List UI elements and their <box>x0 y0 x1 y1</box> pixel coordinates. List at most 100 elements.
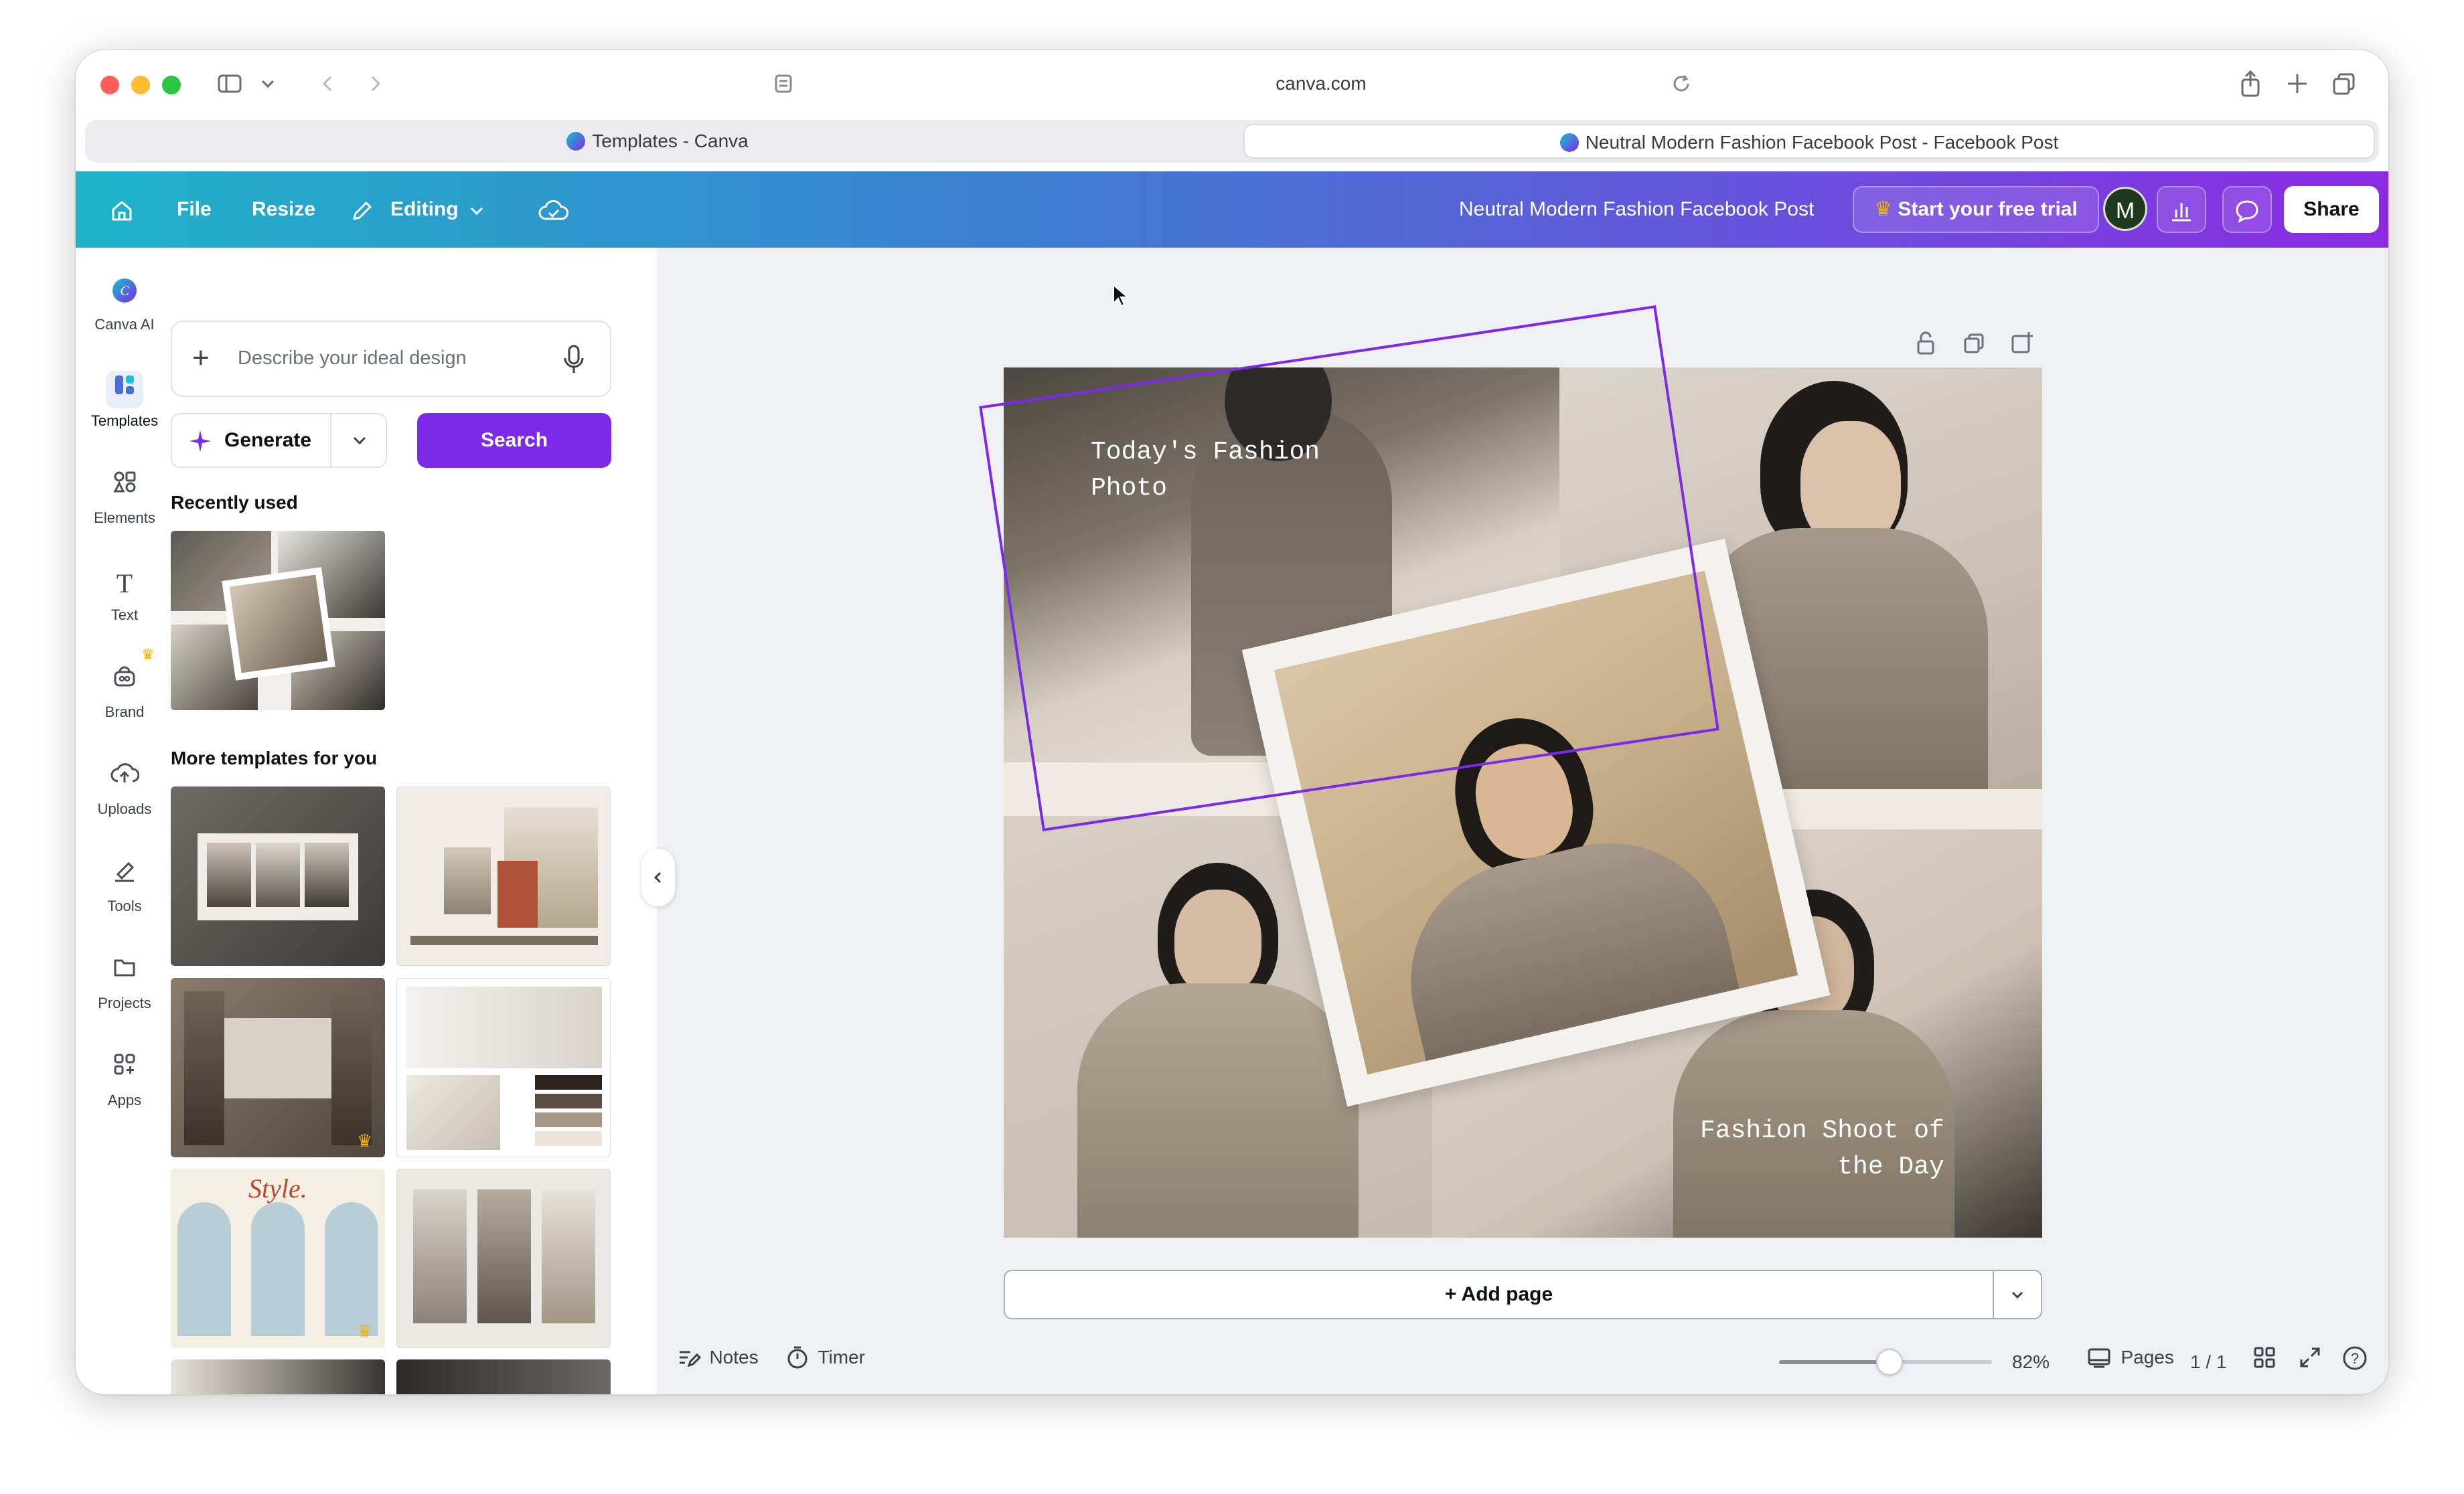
home-icon[interactable] <box>108 171 136 248</box>
crown-icon: ♛ <box>1874 198 1898 220</box>
fullscreen-icon[interactable] <box>2297 1345 2323 1374</box>
duplicate-page-icon[interactable] <box>1962 331 1986 359</box>
rail-item-projects[interactable]: Projects <box>76 953 173 1012</box>
sidebar-toggle-icon[interactable] <box>216 70 243 103</box>
minimize-window-button[interactable] <box>131 76 150 94</box>
template-thumbnail[interactable] <box>396 1359 611 1394</box>
page-settings-icon[interactable] <box>772 72 795 102</box>
generate-options-button[interactable] <box>331 414 387 467</box>
svg-text:C: C <box>120 284 129 299</box>
notes-icon <box>680 1351 702 1367</box>
zoom-slider[interactable] <box>1779 1349 1992 1376</box>
rail-item-canva-ai[interactable]: C Canva AI <box>76 274 173 333</box>
design-prompt-field[interactable]: + Describe your ideal design <box>171 321 611 397</box>
thumbnail-art-text: Style. <box>248 1173 307 1204</box>
notes-button[interactable]: Notes <box>676 1344 759 1371</box>
add-page-button[interactable]: + Add page <box>1005 1271 1993 1318</box>
avatar[interactable]: M <box>2103 187 2147 231</box>
rail-label: Apps <box>107 1092 142 1108</box>
tab-overview-icon[interactable] <box>2331 70 2358 103</box>
close-window-button[interactable] <box>100 76 119 94</box>
free-trial-button[interactable]: ♛ Start your free trial <box>1853 186 2099 233</box>
maximize-window-button[interactable] <box>162 76 181 94</box>
lock-icon[interactable] <box>1914 330 1938 360</box>
pages-button[interactable]: Pages <box>2086 1344 2174 1371</box>
zoom-level[interactable]: 82% <box>2012 1351 2050 1373</box>
address-bar[interactable]: canva.com <box>1187 70 1455 97</box>
left-rail: C Canva AI Templates Elements T Text ♛ B… <box>76 248 173 1394</box>
template-thumbnail[interactable]: ♛ <box>171 978 385 1157</box>
comments-button[interactable] <box>2222 186 2272 233</box>
premium-crown-icon: ♛ <box>357 1321 373 1341</box>
caption-text[interactable]: Fashion Shoot of the Day <box>1700 1113 1944 1185</box>
rail-item-brand[interactable]: ♛ Brand <box>76 646 173 721</box>
rail-item-apps[interactable]: Apps <box>76 1050 173 1109</box>
template-thumbnail[interactable] <box>396 786 611 966</box>
tab-templates[interactable]: Templates - Canva <box>85 124 1230 159</box>
pages-icon <box>2088 1348 2110 1368</box>
design-page[interactable]: Today's Fashion Photo Fashion Shoot of t… <box>1004 367 2042 1238</box>
tab-design[interactable]: Neutral Modern Fashion Facebook Post - F… <box>1243 124 2375 159</box>
canva-favicon-icon <box>1559 133 1579 152</box>
generate-button[interactable]: Generate <box>172 414 330 467</box>
chevron-down-icon <box>2011 1291 2023 1299</box>
template-thumbnail[interactable] <box>396 978 611 1157</box>
chevron-down-icon[interactable] <box>467 171 487 248</box>
collapse-panel-button[interactable] <box>641 849 675 906</box>
tools-icon <box>106 856 143 894</box>
rail-item-uploads[interactable]: Uploads <box>76 759 173 818</box>
rail-label: Tools <box>107 898 142 914</box>
add-page-bar: + Add page <box>1004 1270 2042 1319</box>
chevron-down-icon <box>353 436 366 444</box>
back-icon[interactable] <box>318 70 338 103</box>
share-sheet-icon[interactable] <box>2237 69 2264 104</box>
pages-label: Pages <box>2121 1347 2174 1367</box>
cloud-saved-icon[interactable] <box>538 171 570 248</box>
uploads-icon <box>106 759 143 797</box>
help-icon[interactable]: ? <box>2341 1345 2368 1375</box>
browser-window: canva.com Templates - Canva Neutral Mode… <box>76 50 2388 1394</box>
bar-chart-icon <box>2172 203 2191 222</box>
headline-text[interactable]: Today's Fashion Photo <box>1091 434 1320 507</box>
resize-button[interactable]: Resize <box>252 171 315 248</box>
timer-button[interactable]: Timer <box>784 1344 865 1371</box>
template-thumbnail[interactable] <box>396 1169 611 1348</box>
add-page-options-button[interactable] <box>1994 1271 2041 1318</box>
timer-icon <box>787 1346 807 1369</box>
rail-item-text[interactable]: T Text <box>76 565 173 624</box>
recently-used-heading: Recently used <box>171 492 298 513</box>
share-button[interactable]: Share <box>2284 186 2379 233</box>
templates-icon <box>106 371 143 408</box>
generate-label: Generate <box>224 429 312 451</box>
elements-icon <box>106 468 143 505</box>
design-title[interactable]: Neutral Modern Fashion Facebook Post <box>1459 171 1814 248</box>
zoom-slider-fill <box>1779 1360 1890 1364</box>
template-thumbnail[interactable] <box>171 786 385 966</box>
add-page-icon[interactable] <box>2009 330 2035 359</box>
crown-icon: ♛ <box>141 646 155 663</box>
tab-bar: Templates - Canva Neutral Modern Fashion… <box>85 120 2379 163</box>
file-menu[interactable]: File <box>177 171 212 248</box>
editor-header: File Resize Editing Neutral Modern Fashi… <box>76 171 2388 248</box>
tab-label: Neutral Modern Fashion Facebook Post - F… <box>1585 132 2059 153</box>
rail-label: Uploads <box>97 801 152 817</box>
rail-item-tools[interactable]: Tools <box>76 856 173 915</box>
search-button[interactable]: Search <box>417 413 611 468</box>
apps-icon <box>106 1050 143 1088</box>
template-thumbnail[interactable] <box>171 1359 385 1394</box>
reload-icon[interactable] <box>1669 72 1693 102</box>
rail-item-templates[interactable]: Templates <box>76 371 173 430</box>
template-thumbnail[interactable]: Style. ♛ <box>171 1169 385 1348</box>
forward-icon[interactable] <box>365 70 385 103</box>
projects-icon <box>106 953 143 991</box>
rail-item-elements[interactable]: Elements <box>76 468 173 527</box>
text-icon: T <box>116 568 133 598</box>
new-tab-icon[interactable] <box>2284 70 2311 103</box>
plus-icon[interactable]: + <box>192 341 210 376</box>
insights-button[interactable] <box>2157 186 2206 233</box>
chevron-down-icon[interactable] <box>258 70 278 103</box>
recent-template-thumbnail[interactable] <box>171 531 385 710</box>
grid-view-icon[interactable] <box>2252 1345 2277 1374</box>
microphone-icon[interactable] <box>560 342 587 380</box>
editing-mode-button[interactable]: Editing <box>390 171 459 248</box>
